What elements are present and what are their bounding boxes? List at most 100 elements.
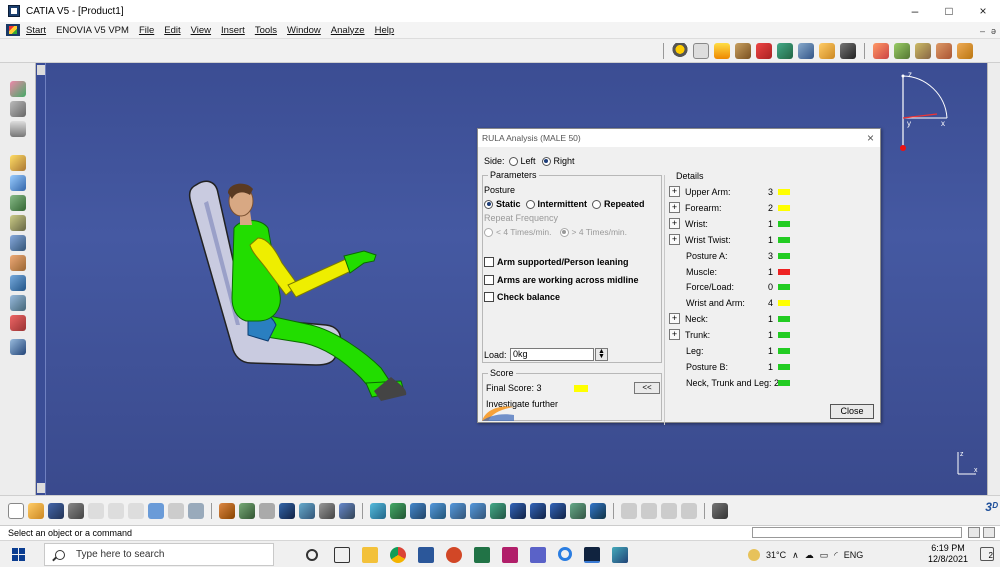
vision-icon[interactable] — [735, 43, 751, 59]
status-button[interactable] — [983, 527, 995, 538]
teams-icon[interactable] — [530, 547, 546, 563]
print-icon[interactable] — [68, 503, 84, 519]
detail-expand-button[interactable]: + — [669, 233, 680, 245]
catalog-icon[interactable] — [10, 339, 26, 355]
side-right-radio[interactable] — [541, 156, 551, 166]
windows-start-icon[interactable] — [12, 548, 25, 561]
render-style-icon[interactable] — [550, 503, 566, 519]
load-input[interactable]: 0kg — [510, 348, 594, 361]
repeat-lt4-radio[interactable] — [484, 227, 493, 237]
load-spinner[interactable]: ▲ ▼ — [595, 348, 608, 361]
iso-view-icon[interactable] — [530, 503, 546, 519]
repeat-gt4-radio[interactable] — [559, 227, 569, 237]
rotate-icon[interactable] — [410, 503, 426, 519]
app-icon[interactable] — [558, 547, 572, 561]
forward-kinematics-icon[interactable] — [10, 175, 26, 191]
detail-expand-button[interactable]: + — [669, 329, 680, 341]
excel-icon[interactable] — [474, 547, 490, 563]
menu-file[interactable]: File — [139, 25, 154, 36]
lift-analysis-icon[interactable] — [894, 43, 910, 59]
detail-expand-button[interactable]: + — [669, 201, 680, 213]
cortana-icon[interactable] — [306, 549, 318, 561]
tool-icon[interactable] — [259, 503, 275, 519]
whats-this-icon[interactable] — [188, 503, 204, 519]
status-button[interactable] — [968, 527, 980, 538]
carry-icon[interactable] — [936, 43, 952, 59]
side-left-radio[interactable] — [508, 156, 518, 166]
reach-icon[interactable] — [756, 43, 772, 59]
hide-show-icon[interactable] — [570, 503, 586, 519]
menu-view[interactable]: View — [191, 25, 211, 36]
swap-icon[interactable] — [10, 295, 26, 311]
posture-icon[interactable] — [714, 43, 730, 59]
detail-expand-button[interactable]: + — [669, 313, 680, 325]
camera-icon[interactable] — [712, 503, 728, 519]
rula-icon[interactable] — [873, 43, 889, 59]
measure-icon[interactable] — [10, 121, 26, 137]
folder-icon[interactable] — [819, 43, 835, 59]
notification-icon[interactable]: 2 — [980, 547, 994, 561]
close-window-button[interactable]: × — [966, 0, 1000, 22]
menu-enovia[interactable]: ENOVIA V5 VPM — [56, 25, 129, 36]
manikin-figure-icon[interactable] — [10, 101, 26, 117]
taskbar-search[interactable]: Type here to search — [44, 543, 274, 566]
detail-expand-button[interactable]: + — [669, 217, 680, 229]
constraint-icon[interactable] — [777, 43, 793, 59]
photos-icon[interactable] — [612, 547, 628, 563]
swap-space-icon[interactable] — [590, 503, 606, 519]
tool-icon[interactable] — [621, 503, 637, 519]
dialog-close-icon[interactable]: × — [867, 131, 874, 145]
midline-checkbox[interactable] — [484, 275, 494, 285]
menu-insert[interactable]: Insert — [221, 25, 245, 36]
task-view-icon[interactable] — [334, 547, 350, 563]
arm-supported-checkbox[interactable] — [484, 257, 494, 267]
tool-icon[interactable] — [661, 503, 677, 519]
scroll-down-arrow[interactable] — [37, 483, 45, 493]
chrome-icon[interactable] — [390, 547, 406, 563]
wifi-icon[interactable]: ◜ — [834, 550, 838, 561]
inverse-kinematics-icon[interactable] — [10, 195, 26, 211]
menu-window[interactable]: Window — [287, 25, 321, 36]
new-icon[interactable] — [8, 503, 24, 519]
redo-icon[interactable] — [168, 503, 184, 519]
push-pull-icon[interactable] — [915, 43, 931, 59]
fit-all-icon[interactable] — [370, 503, 386, 519]
manikin-icon[interactable] — [672, 43, 688, 59]
command-input[interactable] — [752, 527, 962, 538]
reach-envelope-icon[interactable] — [10, 235, 26, 251]
minimize-button[interactable]: – — [898, 0, 932, 22]
insert-manikin-icon[interactable] — [10, 155, 26, 171]
maximize-button[interactable]: □ — [932, 0, 966, 22]
file-explorer-icon[interactable] — [362, 547, 378, 563]
posture-repeated-radio[interactable] — [592, 199, 602, 209]
paste-icon[interactable] — [128, 503, 144, 519]
toggle-details-button[interactable]: << — [634, 382, 660, 394]
language-indicator[interactable]: ENG — [844, 550, 864, 560]
powerpoint-icon[interactable] — [446, 547, 462, 563]
ergonomic-icon[interactable] — [798, 43, 814, 59]
copy-icon[interactable] — [108, 503, 124, 519]
attach-icon[interactable] — [10, 315, 26, 331]
close-button[interactable]: Close — [830, 404, 874, 419]
menu-help[interactable]: Help — [375, 25, 395, 36]
catalog-browser-icon[interactable] — [299, 503, 315, 519]
help-icon[interactable] — [693, 43, 709, 59]
save-icon[interactable] — [840, 43, 856, 59]
menu-start[interactable]: Start — [26, 25, 46, 36]
app-icon[interactable] — [502, 547, 518, 563]
chevron-up-icon[interactable]: ∧ — [792, 550, 799, 561]
open-icon[interactable] — [28, 503, 44, 519]
clock[interactable]: 6:19 PM 12/8/2021 — [928, 543, 968, 565]
undo-icon[interactable] — [148, 503, 164, 519]
menu-edit[interactable]: Edit — [164, 25, 180, 36]
tool-icon[interactable] — [319, 503, 335, 519]
biomechanics-icon[interactable] — [957, 43, 973, 59]
menu-analyze[interactable]: Analyze — [331, 25, 365, 36]
check-balance-checkbox[interactable] — [484, 292, 494, 302]
compass[interactable]: z x y — [895, 68, 955, 152]
posture-intermittent-radio[interactable] — [525, 199, 535, 209]
normal-view-icon[interactable] — [490, 503, 506, 519]
weather-temp[interactable]: 31°C — [766, 550, 786, 560]
catia-taskbar-icon[interactable] — [584, 547, 600, 563]
workbench-icon[interactable] — [10, 81, 26, 97]
